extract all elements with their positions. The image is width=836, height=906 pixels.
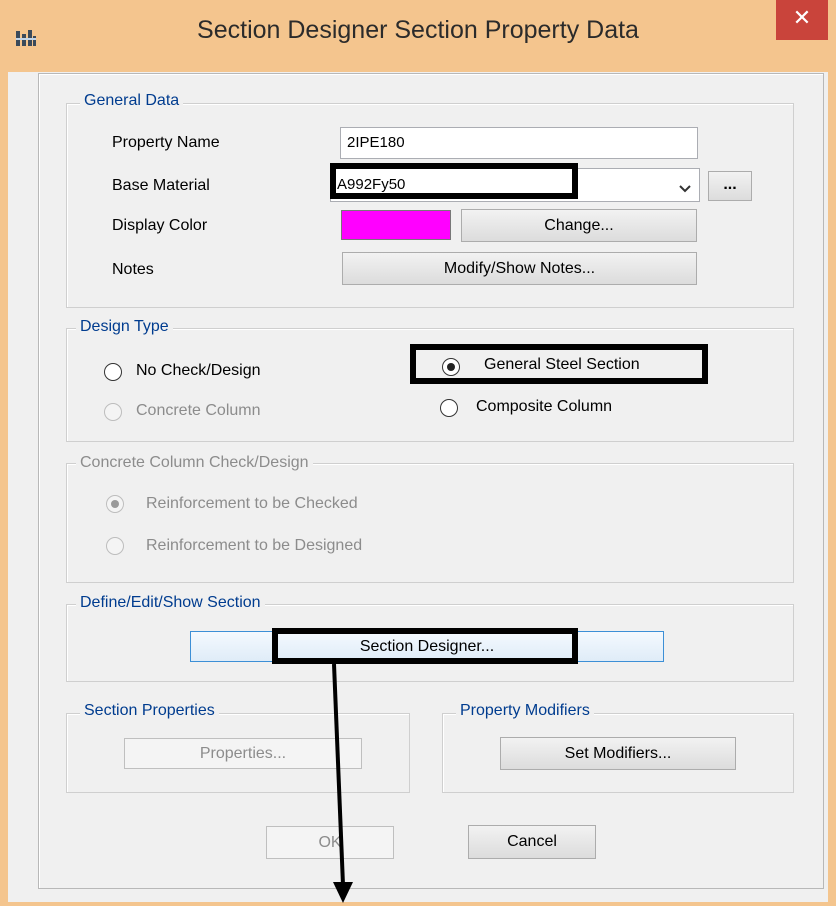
annotation-arrow-icon bbox=[332, 663, 353, 903]
dialog-window: Section Designer Section Property Data ✕… bbox=[0, 0, 836, 906]
